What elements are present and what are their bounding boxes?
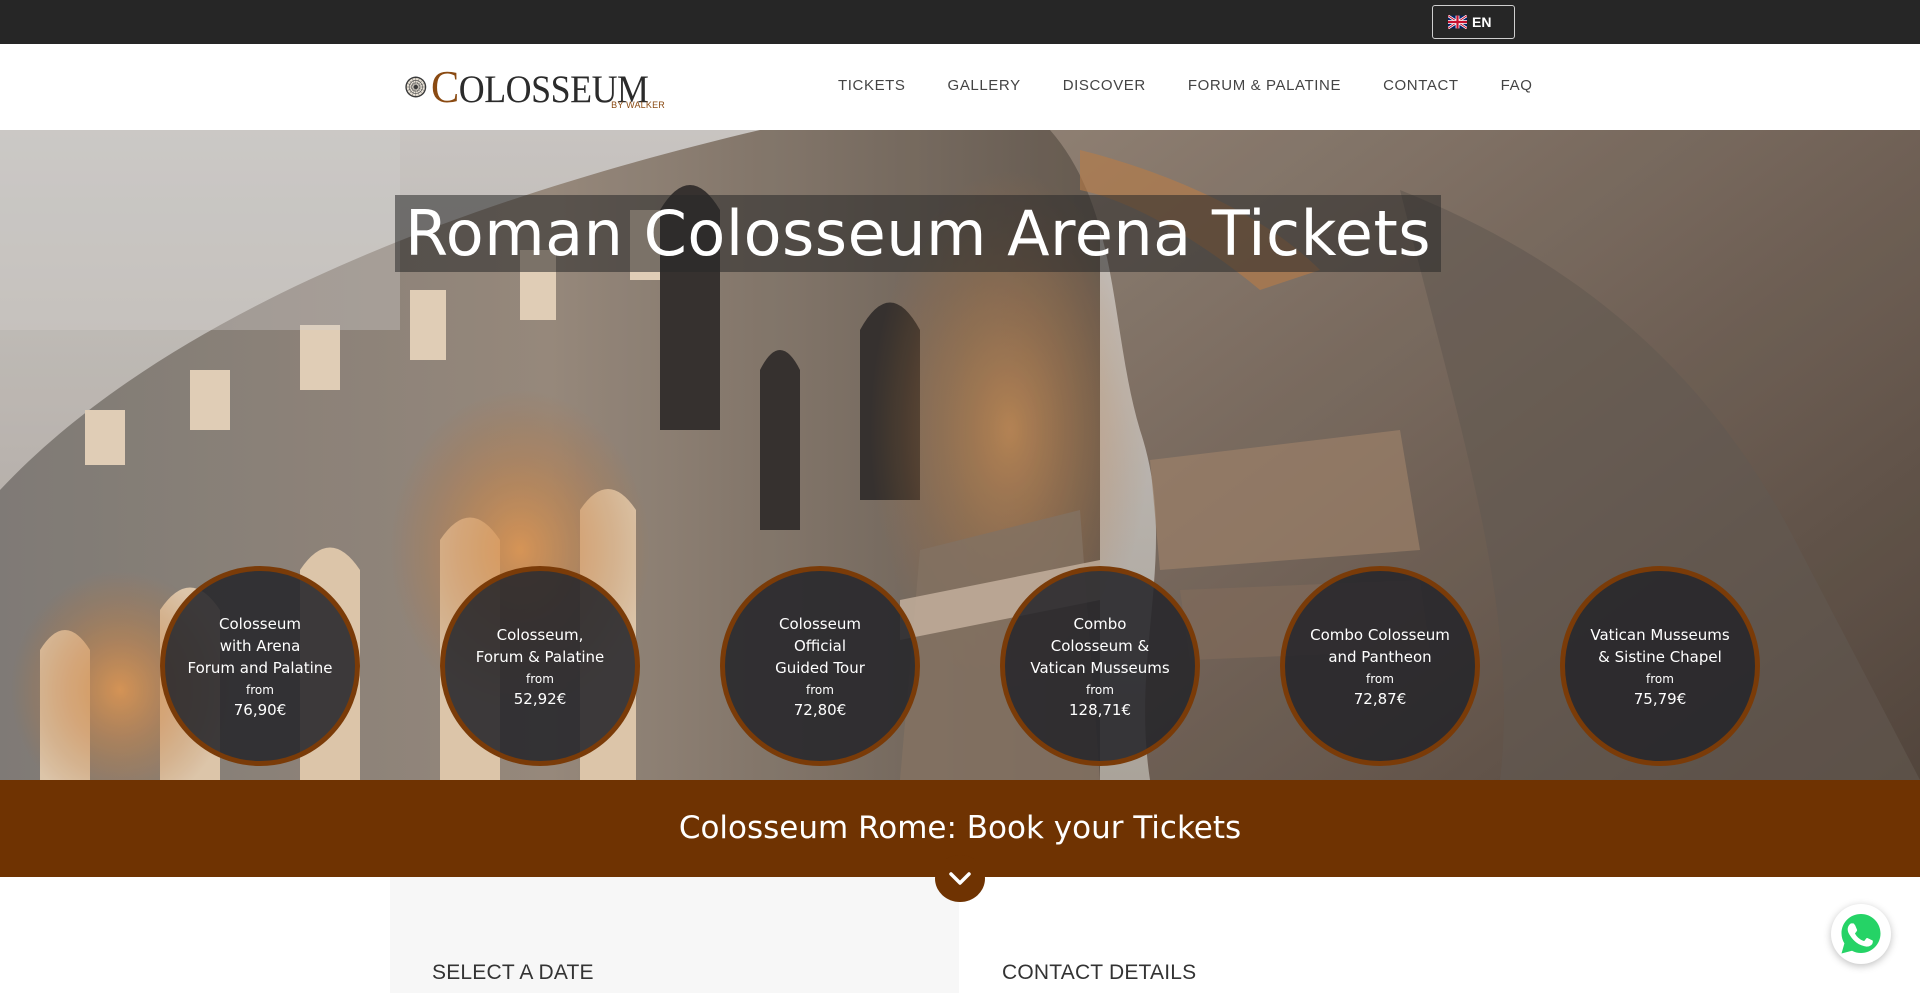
ticket-card-from-label: from	[246, 682, 274, 697]
ticket-card-title: Combo Colosseum & Vatican Musseums	[1030, 614, 1170, 677]
top-bar: EN	[0, 0, 1920, 44]
uk-flag-icon	[1448, 15, 1467, 29]
site-header: COLOSSEUM BY WALKER TICKETS GALLERY DISC…	[0, 44, 1920, 130]
ticket-card-price: 72,80€	[793, 700, 847, 719]
select-date-heading: SELECT A DATE	[432, 961, 594, 984]
language-selector[interactable]: EN	[1432, 5, 1515, 39]
nav-forum-palatine[interactable]: FORUM & PALATINE	[1188, 77, 1341, 94]
main-nav: TICKETS GALLERY DISCOVER FORUM & PALATIN…	[838, 77, 1532, 94]
ticket-card-title: Colosseum, Forum & Palatine	[475, 625, 605, 666]
nav-gallery[interactable]: GALLERY	[948, 77, 1021, 94]
nav-faq[interactable]: FAQ	[1501, 77, 1533, 94]
whatsapp-button[interactable]	[1831, 904, 1891, 964]
ticket-card-from-label: from	[526, 671, 554, 686]
language-code: EN	[1472, 14, 1492, 30]
ticket-card-from-label: from	[806, 682, 834, 697]
colosseum-emblem-icon	[405, 76, 427, 98]
ticket-card-from-label: from	[1366, 671, 1394, 686]
ticket-card-combo-vatican[interactable]: Combo Colosseum & Vatican Musseums from …	[1000, 566, 1200, 766]
logo-initial: C	[430, 61, 459, 112]
ticket-card-combo-pantheon[interactable]: Combo Colosseum and Pantheon from 72,87€	[1280, 566, 1480, 766]
whatsapp-icon	[1841, 914, 1881, 954]
ticket-card-title: Vatican Musseums & Sistine Chapel	[1590, 625, 1730, 666]
hero-title: Roman Colosseum Arena Tickets	[395, 195, 1442, 272]
nav-tickets[interactable]: TICKETS	[838, 77, 906, 94]
ticket-card-price: 128,71€	[1068, 700, 1132, 719]
logo-wordmark: COLOSSEUM BY WALKER	[431, 55, 667, 119]
ticket-card-vatican-sistine[interactable]: Vatican Musseums & Sistine Chapel from 7…	[1560, 566, 1760, 766]
hero-banner: Roman Colosseum Arena Tickets Colosseum …	[0, 130, 1920, 780]
nav-contact[interactable]: CONTACT	[1383, 77, 1459, 94]
ticket-card-title: Colosseum Official Guided Tour	[775, 614, 865, 677]
scroll-down-button[interactable]	[935, 855, 985, 902]
site-logo[interactable]: COLOSSEUM BY WALKER	[405, 55, 667, 119]
ticket-card-price: 72,87€	[1353, 689, 1407, 708]
ticket-card-guided-tour[interactable]: Colosseum Official Guided Tour from 72,8…	[720, 566, 920, 766]
ticket-card-colosseum-arena[interactable]: Colosseum with Arena Forum and Palatine …	[160, 566, 360, 766]
chevron-down-icon	[949, 871, 971, 885]
ticket-card-title: Colosseum with Arena Forum and Palatine	[187, 614, 333, 677]
ticket-card-price: 75,79€	[1633, 689, 1687, 708]
contact-details-heading: CONTACT DETAILS	[1002, 961, 1197, 984]
ticket-card-price: 76,90€	[233, 700, 287, 719]
ticket-card-colosseum-forum[interactable]: Colosseum, Forum & Palatine from 52,92€	[440, 566, 640, 766]
nav-discover[interactable]: DISCOVER	[1063, 77, 1146, 94]
ticket-card-from-label: from	[1646, 671, 1674, 686]
logo-tagline: BY WALKER	[611, 100, 665, 110]
ticket-card-price: 52,92€	[513, 689, 567, 708]
booking-band-title: Colosseum Rome: Book your Tickets	[678, 810, 1242, 846]
ticket-card-title: Combo Colosseum and Pantheon	[1310, 625, 1450, 666]
ticket-card-from-label: from	[1086, 682, 1114, 697]
